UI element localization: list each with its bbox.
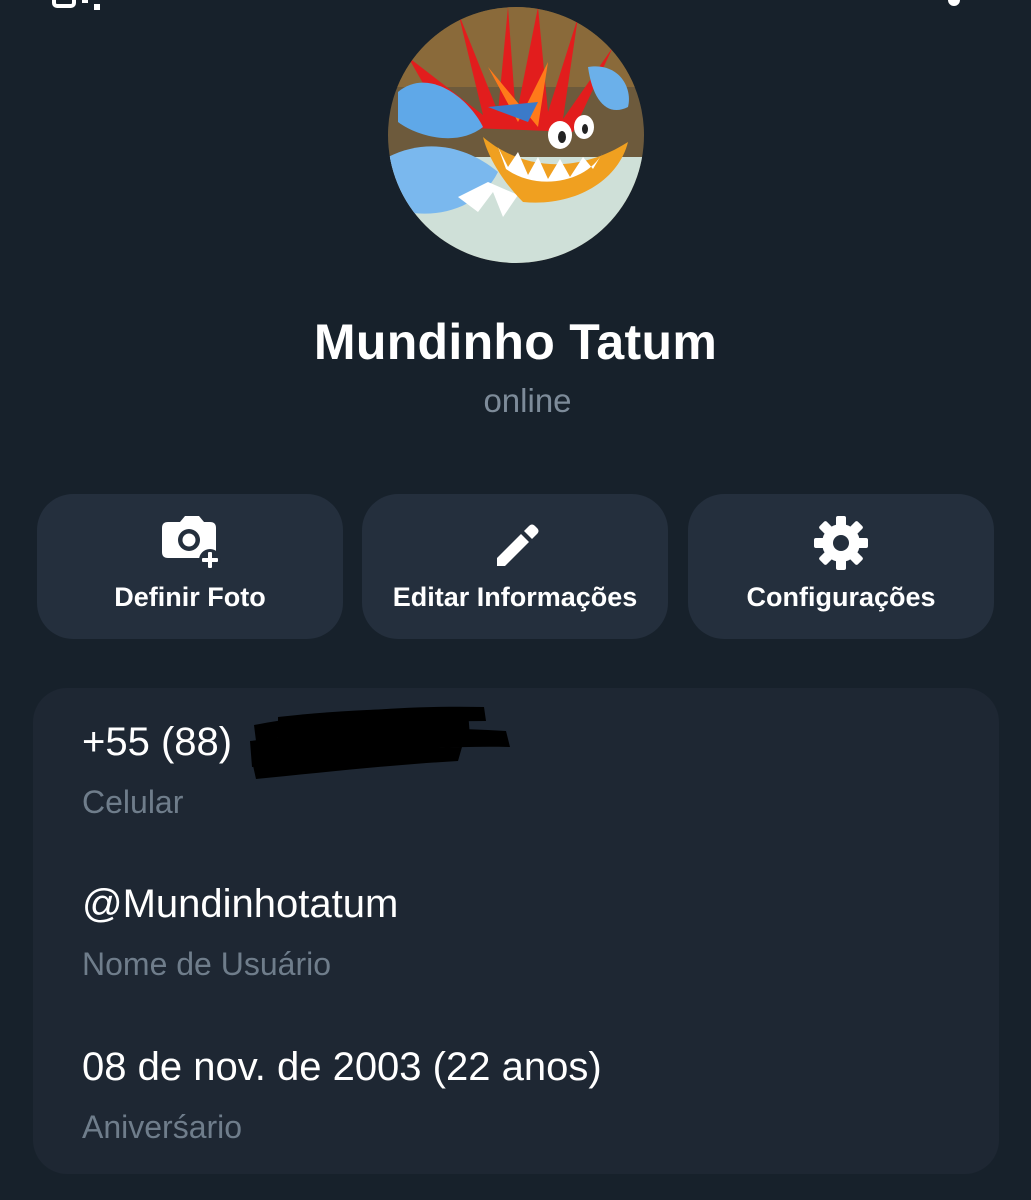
avatar[interactable] — [388, 7, 644, 263]
set-photo-label: Definir Foto — [114, 582, 266, 612]
set-photo-button[interactable]: Definir Foto — [37, 494, 343, 639]
username-value: @Mundinhotatum — [82, 882, 399, 926]
edit-info-label: Editar Informações — [392, 582, 638, 612]
qr-code-icon[interactable] — [52, 0, 108, 16]
more-options-icon[interactable] — [944, 0, 964, 14]
username-row[interactable]: @Mundinhotatum Nome de Usuário — [82, 880, 962, 983]
birthday-value: 08 de nov. de 2003 (22 anos) — [82, 1045, 602, 1089]
phone-number: +55 (88) — [82, 720, 233, 764]
profile-name: Mundinho Tatum — [313, 314, 718, 370]
username-label: Nome de Usuário — [82, 946, 331, 982]
phone-label: Celular — [82, 784, 184, 820]
edit-info-button[interactable]: Editar Informações — [362, 494, 668, 639]
info-card: +55 (88) Celular @Mundinhotatum Nome de … — [33, 688, 999, 1174]
online-status: online — [483, 382, 572, 419]
birthday-row[interactable]: 08 de nov. de 2003 (22 anos) Aniverśario — [82, 1043, 962, 1146]
birthday-label: Aniverśario — [82, 1109, 243, 1145]
cartoon-profile-photo — [388, 7, 644, 263]
camera-add-icon — [162, 516, 221, 571]
settings-label: Configurações — [746, 582, 936, 612]
phone-row[interactable]: +55 (88) Celular — [82, 718, 962, 821]
profile-screen: Mundinho Tatum online Definir Foto Edita… — [0, 0, 1031, 1200]
pencil-icon — [497, 524, 539, 566]
gear-icon — [814, 516, 868, 570]
settings-button[interactable]: Configurações — [688, 494, 994, 639]
redaction-scribble — [250, 706, 510, 779]
